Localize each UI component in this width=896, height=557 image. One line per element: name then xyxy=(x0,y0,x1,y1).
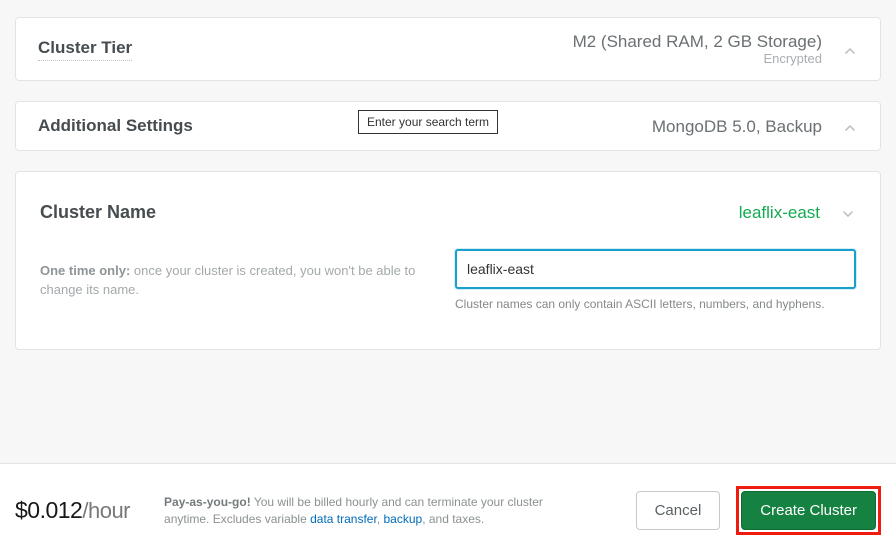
create-cluster-highlight: Create Cluster xyxy=(736,486,881,535)
cluster-name-section: Cluster Name leaflix-east One time only:… xyxy=(15,171,881,350)
cluster-name-current-value: leaflix-east xyxy=(739,203,820,223)
chevron-up-icon[interactable] xyxy=(842,120,858,136)
chevron-down-icon[interactable] xyxy=(840,206,856,222)
additional-settings-value: MongoDB 5.0, Backup xyxy=(652,117,822,137)
cluster-name-helper: Cluster names can only contain ASCII let… xyxy=(455,297,856,311)
footer-bar: $0.012/hour Pay-as-you-go! You will be b… xyxy=(0,463,896,557)
search-tooltip: Enter your search term xyxy=(358,110,498,134)
cluster-tier-title: Cluster Tier xyxy=(38,38,132,61)
create-cluster-button[interactable]: Create Cluster xyxy=(741,491,876,530)
footer-description: Pay-as-you-go! You will be billed hourly… xyxy=(164,494,584,528)
cluster-name-hint: One time only: once your cluster is crea… xyxy=(40,262,435,300)
data-transfer-link[interactable]: data transfer xyxy=(310,512,377,526)
cancel-button[interactable]: Cancel xyxy=(636,491,721,530)
price-label: $0.012/hour xyxy=(15,497,130,524)
additional-settings-title: Additional Settings xyxy=(38,116,193,136)
chevron-up-icon[interactable] xyxy=(842,43,858,59)
cluster-tier-section[interactable]: Cluster Tier M2 (Shared RAM, 2 GB Storag… xyxy=(15,17,881,81)
cluster-tier-sublabel: Encrypted xyxy=(573,52,822,67)
backup-link[interactable]: backup xyxy=(383,512,422,526)
cluster-name-title: Cluster Name xyxy=(40,202,739,223)
cluster-tier-value: M2 (Shared RAM, 2 GB Storage) Encrypted xyxy=(573,32,822,66)
cluster-name-input[interactable] xyxy=(455,249,856,289)
